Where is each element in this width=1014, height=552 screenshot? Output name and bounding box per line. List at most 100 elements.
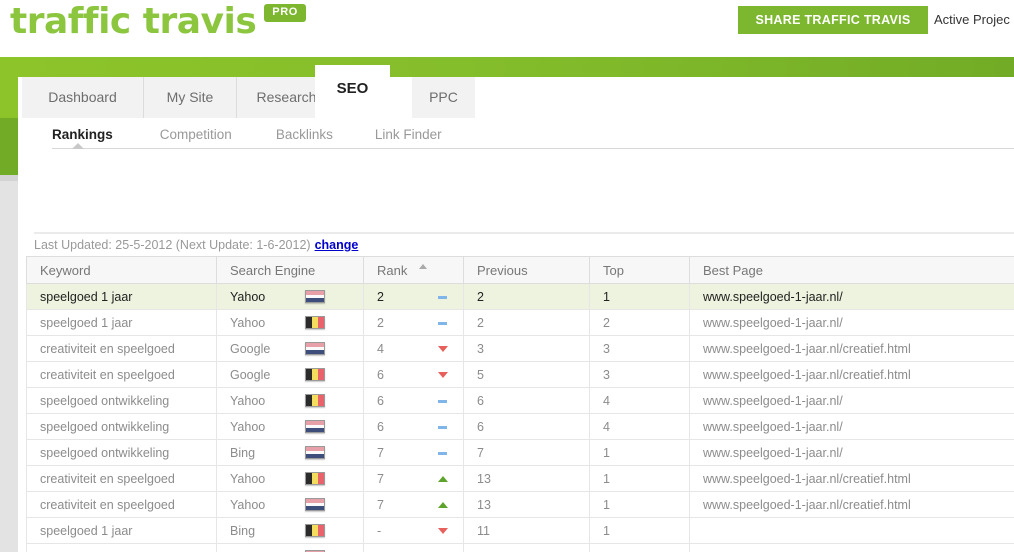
cell-keyword: speelgoed ontwikkeling (26, 413, 217, 440)
search-engine-name: Yahoo (230, 289, 266, 304)
flag-belgium-icon (305, 316, 325, 329)
flag-belgium-icon (305, 524, 325, 537)
cell-top: 2 (589, 309, 690, 336)
cell-best-page[interactable]: www.speelgoed-1-jaar.nl/ (689, 387, 1014, 414)
column-header-best-page[interactable]: Best Page (689, 256, 1014, 284)
cell-previous: 2 (463, 309, 590, 336)
rank-value: 6 (377, 393, 384, 408)
column-header-search-engine[interactable]: Search Engine (216, 256, 364, 284)
rank-value: 7 (377, 445, 384, 460)
subtab-link-finder[interactable]: Link Finder (375, 127, 442, 142)
cell-previous: 2 (463, 283, 590, 310)
cell-search-engine: Yahoo (216, 309, 364, 336)
search-engine-name: Yahoo (230, 497, 266, 512)
table-row[interactable]: creativiteit en speelgoed Google 6 5 3 www.sp… (26, 361, 1014, 388)
cell-rank: 6 (363, 361, 464, 388)
search-engine-name: Yahoo (230, 419, 266, 434)
cell-previous: 11 (463, 517, 590, 544)
cell-keyword: speelgoed ontwikkeling (26, 387, 217, 414)
tab-dashboard[interactable]: Dashboard (22, 77, 144, 118)
cell-keyword: creativiteit en speelgoed (26, 465, 217, 492)
column-header-rank[interactable]: Rank (363, 256, 464, 284)
table-row[interactable]: speelgoed ontwikkeling Yahoo 6 6 4 www.speelg… (26, 413, 1014, 440)
column-header-top[interactable]: Top (589, 256, 690, 284)
column-header-keyword[interactable]: Keyword (26, 256, 217, 284)
cell-top: 1 (589, 491, 690, 518)
flag-netherlands-icon (305, 498, 325, 511)
rank-value: 4 (377, 341, 384, 356)
table-row[interactable]: speelgoed 1 jaar Yahoo 2 2 1 www.speelgoed-1-… (26, 283, 1014, 310)
cell-search-engine: Yahoo (216, 413, 364, 440)
table-row[interactable]: creativiteit en speelgoed Google 4 3 3 www.sp… (26, 335, 1014, 362)
cell-best-page[interactable]: www.speelgoed-1-jaar.nl/ (689, 439, 1014, 466)
active-subtab-caret-icon (72, 143, 84, 149)
trend-same-icon (438, 396, 447, 405)
subtab-backlinks[interactable]: Backlinks (276, 127, 333, 142)
cell-best-page[interactable]: www.speelgoed-1-jaar.nl/ (689, 283, 1014, 310)
table-row[interactable]: speelgoed ontwikkeling Yahoo 6 6 4 www.speelg… (26, 387, 1014, 414)
cell-top: 4 (589, 387, 690, 414)
rank-value: 2 (377, 289, 384, 304)
cell-search-engine: Bing (216, 439, 364, 466)
rank-value: 6 (377, 419, 384, 434)
search-engine-name: Google (230, 367, 271, 382)
column-header-previous[interactable]: Previous (463, 256, 590, 284)
cell-previous (463, 543, 590, 552)
rank-value: 7 (377, 497, 384, 512)
active-project-label: Active Projec (934, 12, 1010, 27)
subtab-divider (52, 148, 1014, 149)
table-row[interactable]: speelgoed 1 jaar Bing - 11 1 (26, 517, 1014, 544)
subtab-rankings[interactable]: Rankings (52, 127, 113, 142)
cell-previous: 6 (463, 413, 590, 440)
subtab-competition[interactable]: Competition (160, 127, 232, 142)
tab-my-site[interactable]: My Site (144, 77, 237, 118)
trend-down-icon (438, 344, 448, 353)
cell-best-page[interactable]: www.speelgoed-1-jaar.nl/creatief.html (689, 335, 1014, 362)
cell-rank: - (363, 517, 464, 544)
cell-best-page[interactable]: www.speelgoed-1-jaar.nl/creatief.html (689, 465, 1014, 492)
tab-seo[interactable]: SEO (315, 65, 390, 118)
cell-rank: 7 (363, 465, 464, 492)
flag-netherlands-icon (305, 446, 325, 459)
rank-value: 7 (377, 471, 384, 486)
cell-rank: 7 (363, 439, 464, 466)
cell-previous: 13 (463, 465, 590, 492)
table-row[interactable]: creativiteit en speelgoed Yahoo 7 13 1 www.sp… (26, 465, 1014, 492)
trend-up-icon (438, 500, 448, 509)
table-row[interactable]: speelgoed ontwikkeling Bing 7 7 1 www.speelgo… (26, 439, 1014, 466)
cell-rank: 6 (363, 387, 464, 414)
cell-best-page[interactable] (689, 517, 1014, 544)
trend-same-icon (438, 422, 447, 431)
cell-search-engine (216, 543, 364, 552)
cell-top: 1 (589, 517, 690, 544)
trend-same-icon (438, 318, 447, 327)
app-logo[interactable]: traffic travis PRO (10, 0, 306, 44)
flag-belgium-icon (305, 394, 325, 407)
search-engine-name: Yahoo (230, 393, 266, 408)
cell-best-page[interactable] (689, 543, 1014, 552)
table-row[interactable]: creativiteit en speelgoed Yahoo 7 13 1 www.sp… (26, 491, 1014, 518)
sort-ascending-icon (419, 264, 427, 269)
cell-previous: 7 (463, 439, 590, 466)
cell-search-engine: Yahoo (216, 491, 364, 518)
gray-left-strip-shadow (0, 175, 18, 181)
rank-value: 6 (377, 367, 384, 382)
top-header-bar: traffic travis PRO SHARE TRAFFIC TRAVIS … (0, 0, 1014, 57)
tab-ppc[interactable]: PPC (412, 77, 475, 118)
cell-top (589, 543, 690, 552)
cell-search-engine: Yahoo (216, 387, 364, 414)
cell-rank: 2 (363, 283, 464, 310)
cell-top: 1 (589, 439, 690, 466)
change-schedule-link[interactable]: change (315, 238, 359, 252)
table-row[interactable] (26, 543, 1014, 552)
cell-rank: 6 (363, 413, 464, 440)
cell-best-page[interactable]: www.speelgoed-1-jaar.nl/creatief.html (689, 491, 1014, 518)
cell-best-page[interactable]: www.speelgoed-1-jaar.nl/creatief.html (689, 361, 1014, 388)
cell-best-page[interactable]: www.speelgoed-1-jaar.nl/ (689, 309, 1014, 336)
share-traffic-travis-button[interactable]: SHARE TRAFFIC TRAVIS (738, 6, 928, 34)
cell-rank: 2 (363, 309, 464, 336)
table-row[interactable]: speelgoed 1 jaar Yahoo 2 2 2 www.speelgoed-1-… (26, 309, 1014, 336)
cell-best-page[interactable]: www.speelgoed-1-jaar.nl/ (689, 413, 1014, 440)
rank-value: 2 (377, 315, 384, 330)
sub-tab-bar: Rankings Competition Backlinks Link Find… (34, 118, 1014, 150)
